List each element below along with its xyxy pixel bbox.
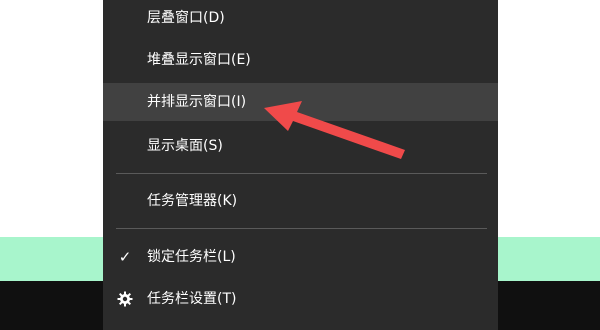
menu-item-label: 层叠窗口(D) — [147, 10, 225, 26]
menu-item-task-manager[interactable]: 任务管理器(K) — [103, 183, 498, 219]
checkmark-icon: ✓ — [118, 248, 132, 266]
menu-separator — [116, 228, 487, 229]
menu-item-label: 显示桌面(S) — [147, 138, 223, 154]
menu-item-side-by-side-windows[interactable]: 并排显示窗口(I) — [103, 83, 498, 121]
menu-item-label: 锁定任务栏(L) — [147, 249, 236, 265]
taskbar-context-menu: 层叠窗口(D) 堆叠显示窗口(E) 并排显示窗口(I) 显示桌面(S) 任务管理… — [103, 0, 498, 330]
gear-icon — [117, 291, 133, 307]
menu-item-cascade-windows[interactable]: 层叠窗口(D) — [103, 0, 498, 36]
menu-item-label: 任务管理器(K) — [147, 193, 238, 209]
menu-item-lock-taskbar[interactable]: ✓ 锁定任务栏(L) — [103, 239, 498, 275]
menu-item-label: 任务栏设置(T) — [147, 291, 237, 307]
menu-item-label: 并排显示窗口(I) — [147, 94, 247, 110]
menu-separator — [116, 173, 487, 174]
menu-item-stack-windows[interactable]: 堆叠显示窗口(E) — [103, 42, 498, 78]
menu-item-show-desktop[interactable]: 显示桌面(S) — [103, 128, 498, 164]
menu-item-taskbar-settings[interactable]: 任务栏设置(T) — [103, 281, 498, 317]
menu-item-label: 堆叠显示窗口(E) — [147, 52, 251, 68]
